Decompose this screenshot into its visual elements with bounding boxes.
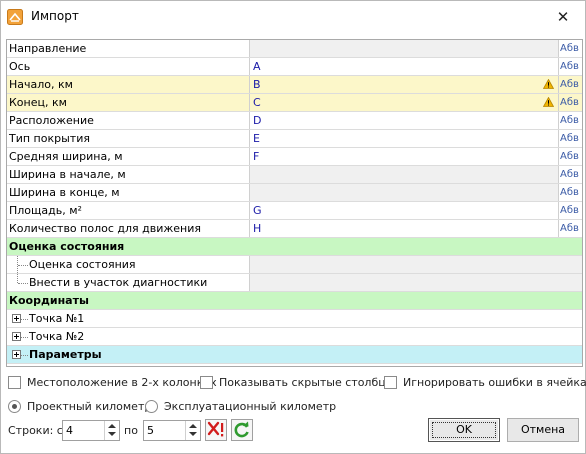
- condition-subrow[interactable]: Оценка состояния: [7, 256, 582, 274]
- column-value[interactable]: B: [250, 76, 558, 93]
- field-label: Средняя ширина, м: [7, 148, 250, 165]
- text-format-button[interactable]: Абв: [558, 58, 582, 75]
- column-value[interactable]: A: [250, 58, 558, 75]
- import-icon: [7, 9, 23, 25]
- rows-from-arrows[interactable]: [104, 421, 119, 440]
- rows-to-value: 5: [147, 424, 154, 437]
- import-dialog: Импорт ✕ Направление Абв Ось A Абв Начало, км…: [0, 0, 586, 454]
- project-km-radio[interactable]: [8, 400, 21, 413]
- column-value[interactable]: E: [250, 130, 558, 147]
- cancel-label: Отмена: [520, 423, 566, 436]
- column-value[interactable]: H: [250, 220, 558, 237]
- cancel-button[interactable]: Отмена: [507, 418, 579, 442]
- show-hidden-label: Показывать скрытые столбцы: [219, 376, 395, 389]
- two-columns-option[interactable]: Местоположение в 2-х колонках: [8, 374, 217, 392]
- rows-from-spinner[interactable]: 4: [62, 420, 120, 441]
- text-format-button[interactable]: Абв: [558, 112, 582, 129]
- text-format-button[interactable]: Абв: [558, 76, 582, 93]
- group-condition: Оценка состояния: [7, 238, 582, 256]
- project-km-option[interactable]: Проектный километр: [8, 398, 151, 416]
- column-value[interactable]: F: [250, 148, 558, 165]
- text-format-button[interactable]: Абв: [558, 220, 582, 237]
- text-format-button[interactable]: Абв: [558, 148, 582, 165]
- warning-icon: [543, 79, 554, 89]
- field-label: Ширина в конце, м: [7, 184, 250, 201]
- title-bar: Импорт ✕: [1, 1, 585, 33]
- dialog-title: Импорт: [31, 9, 79, 23]
- field-label: Начало, км: [7, 76, 250, 93]
- text-format-button[interactable]: Абв: [558, 202, 582, 219]
- mapping-row[interactable]: Конец, км C Абв: [7, 94, 582, 112]
- operational-km-label: Эксплуатационный километр: [164, 400, 337, 413]
- column-value[interactable]: C: [250, 94, 558, 111]
- refresh-button[interactable]: [231, 419, 253, 441]
- column-value[interactable]: [250, 184, 558, 201]
- two-columns-checkbox[interactable]: [8, 376, 21, 389]
- expand-icon[interactable]: [12, 314, 21, 323]
- project-km-label: Проектный километр: [27, 400, 152, 413]
- mapping-row[interactable]: Начало, км B Абв: [7, 76, 582, 94]
- operational-km-option[interactable]: Эксплуатационный километр: [145, 398, 336, 416]
- warning-icon: [543, 97, 554, 107]
- field-label: Площадь, м²: [7, 202, 250, 219]
- field-label: Количество полос для движения: [7, 220, 250, 237]
- field-label: Ось: [7, 58, 250, 75]
- close-icon[interactable]: ✕: [551, 6, 575, 28]
- mapping-row[interactable]: Средняя ширина, м F Абв: [7, 148, 582, 166]
- ignore-errors-option[interactable]: Игнорировать ошибки в ячейках: [384, 374, 586, 392]
- field-label: Ширина в начале, м: [7, 166, 250, 183]
- column-value[interactable]: [250, 40, 558, 57]
- text-format-button[interactable]: Абв: [558, 184, 582, 201]
- mapping-row[interactable]: Площадь, м² G Абв: [7, 202, 582, 220]
- condition-subrow[interactable]: Внести в участок диагностики: [7, 274, 582, 292]
- params-node[interactable]: Параметры: [7, 346, 582, 364]
- field-label: Направление: [7, 40, 250, 57]
- rows-from-value: 4: [66, 424, 73, 437]
- mapping-row[interactable]: Тип покрытия E Абв: [7, 130, 582, 148]
- mapping-row[interactable]: Расположение D Абв: [7, 112, 582, 130]
- ok-button[interactable]: OK: [428, 418, 500, 442]
- node-label: Точка №2: [29, 330, 85, 343]
- subrow-value[interactable]: [250, 256, 582, 273]
- column-value[interactable]: D: [250, 112, 558, 129]
- rows-to-label: по: [124, 424, 138, 437]
- subrow-value[interactable]: [250, 274, 582, 291]
- show-hidden-option[interactable]: Показывать скрытые столбцы: [200, 374, 394, 392]
- mapping-row[interactable]: Ширина в начале, м Абв: [7, 166, 582, 184]
- clear-icon: [207, 421, 224, 437]
- mapping-row[interactable]: Ширина в конце, м Абв: [7, 184, 582, 202]
- point-node[interactable]: Точка №1: [7, 310, 582, 328]
- mapping-row[interactable]: Ось A Абв: [7, 58, 582, 76]
- text-format-button[interactable]: Абв: [558, 94, 582, 111]
- node-label: Точка №1: [29, 312, 85, 325]
- refresh-icon: [234, 421, 249, 438]
- group-coordinates: Координаты: [7, 292, 582, 310]
- ignore-errors-checkbox[interactable]: [384, 376, 397, 389]
- point-node[interactable]: Точка №2: [7, 328, 582, 346]
- field-label: Конец, км: [7, 94, 250, 111]
- clear-rows-button[interactable]: [205, 419, 227, 441]
- text-format-button[interactable]: Абв: [558, 130, 582, 147]
- mapping-grid: Направление Абв Ось A Абв Начало, км B Абв Конец…: [6, 39, 583, 367]
- column-value[interactable]: [250, 166, 558, 183]
- rows-to-spinner[interactable]: 5: [143, 420, 201, 441]
- node-label: Параметры: [29, 348, 102, 361]
- rows-from-label: Строки: с: [8, 424, 63, 437]
- two-columns-label: Местоположение в 2-х колонках: [27, 376, 217, 389]
- field-label: Расположение: [7, 112, 250, 129]
- show-hidden-checkbox[interactable]: [200, 376, 213, 389]
- ignore-errors-label: Игнорировать ошибки в ячейках: [403, 376, 586, 389]
- mapping-row[interactable]: Количество полос для движения H Абв: [7, 220, 582, 238]
- text-format-button[interactable]: Абв: [558, 166, 582, 183]
- text-format-button[interactable]: Абв: [558, 40, 582, 57]
- field-label: Тип покрытия: [7, 130, 250, 147]
- column-value[interactable]: G: [250, 202, 558, 219]
- expand-icon[interactable]: [12, 332, 21, 341]
- subrow-label: Внести в участок диагностики: [7, 274, 250, 291]
- rows-to-arrows[interactable]: [185, 421, 200, 440]
- subrow-label: Оценка состояния: [7, 256, 250, 273]
- mapping-row[interactable]: Направление Абв: [7, 40, 582, 58]
- expand-icon[interactable]: [12, 350, 21, 359]
- operational-km-radio[interactable]: [145, 400, 158, 413]
